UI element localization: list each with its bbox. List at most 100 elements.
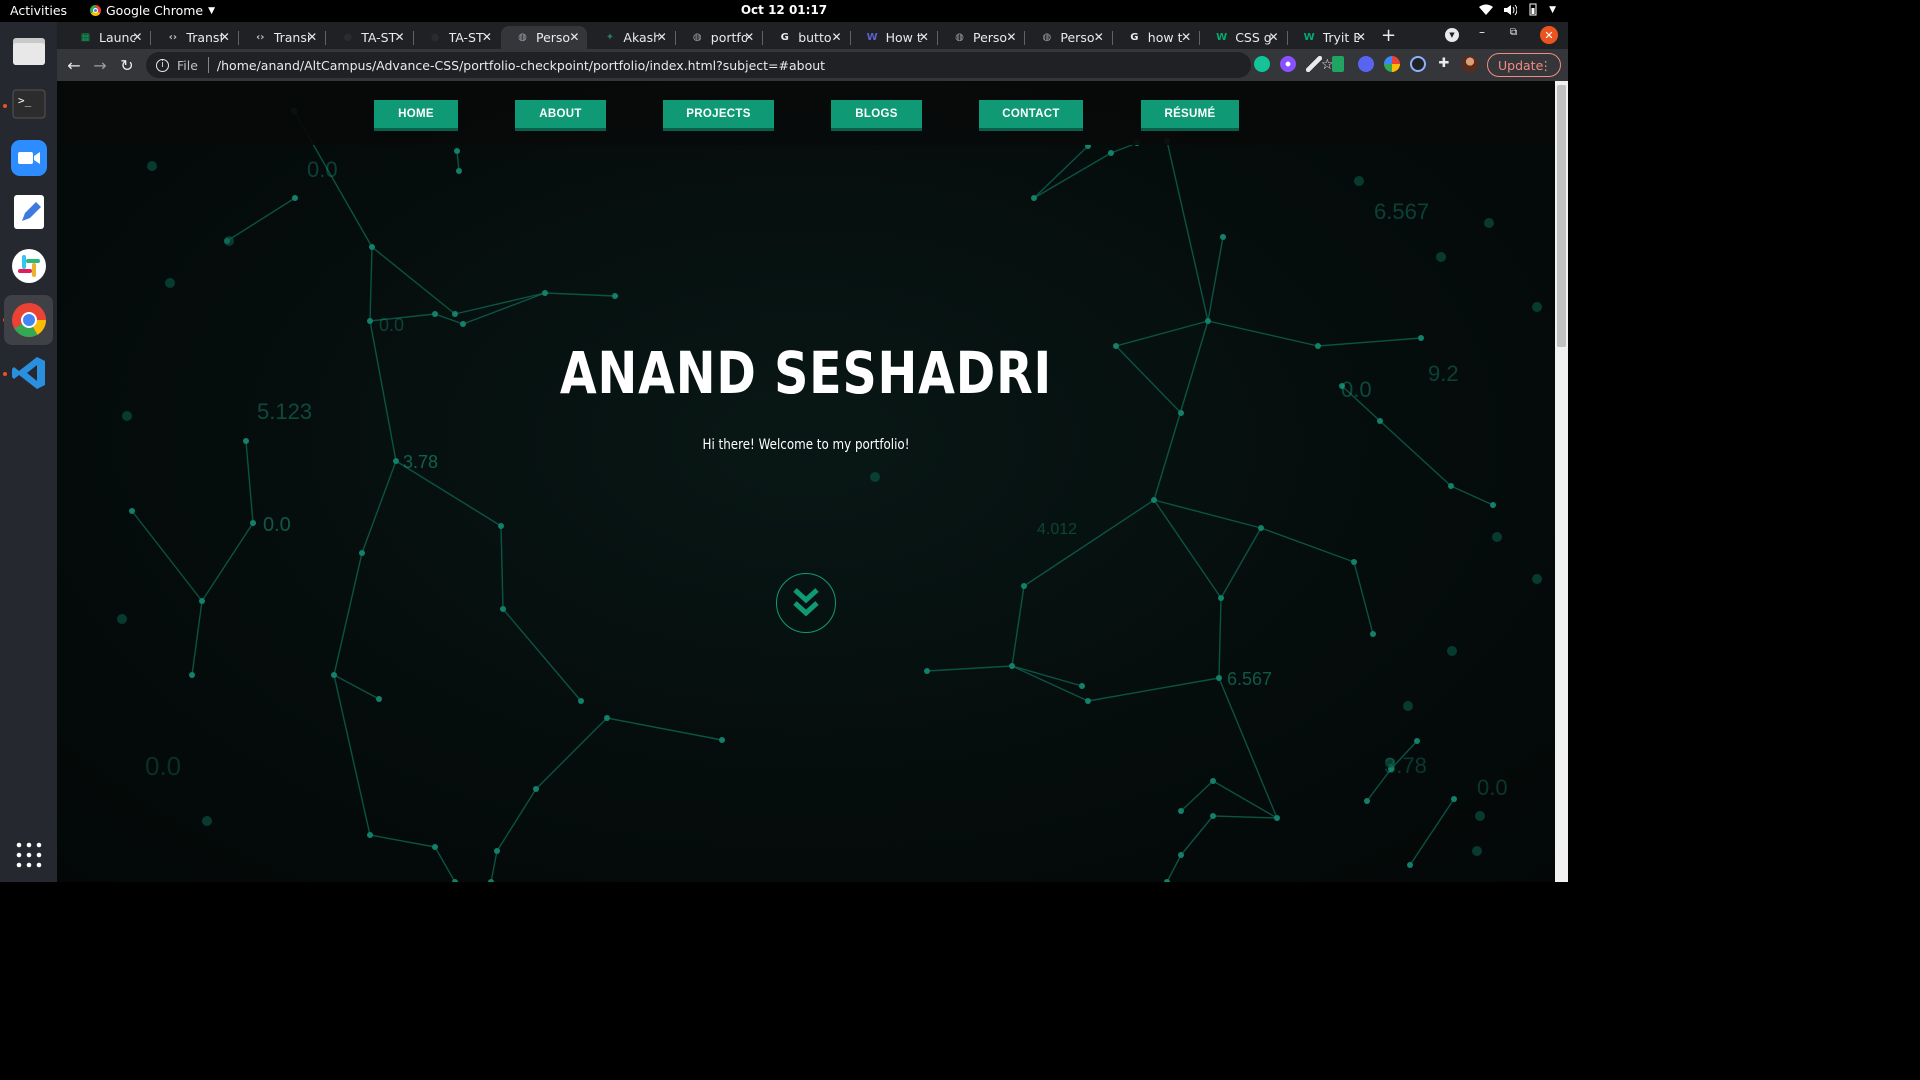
pen-extension-icon[interactable] xyxy=(1306,56,1322,72)
network-node xyxy=(359,550,365,556)
tab-11[interactable]: ◍ Perso ✕ xyxy=(938,26,1024,49)
nav-blogs[interactable]: BLOGS xyxy=(831,100,922,128)
minimize-button[interactable]: – xyxy=(1479,25,1485,39)
tab-7[interactable]: ✦ Akash ✕ xyxy=(588,26,674,49)
show-apps-button[interactable] xyxy=(8,834,49,875)
background-number: 9.2 xyxy=(1428,361,1459,386)
close-window-button[interactable]: ✕ xyxy=(1540,26,1558,44)
running-indicator xyxy=(3,372,7,376)
tab-3[interactable]: ‹› Transi ✕ xyxy=(239,26,325,49)
back-button[interactable]: ← xyxy=(64,55,84,75)
close-tab-icon[interactable]: ✕ xyxy=(395,30,405,44)
dock-zoom[interactable] xyxy=(8,137,49,178)
tab-4[interactable]: ● TA-ST ✕ xyxy=(326,26,412,49)
new-tab-button[interactable]: + xyxy=(1381,25,1396,46)
close-tab-icon[interactable]: ✕ xyxy=(132,30,142,44)
close-tab-icon[interactable]: ✕ xyxy=(1269,30,1279,44)
dock-slack[interactable] xyxy=(8,245,49,286)
network-line xyxy=(369,834,436,848)
info-icon[interactable]: i xyxy=(156,58,169,72)
dock-chrome[interactable] xyxy=(4,295,53,345)
background-number: 0.0 xyxy=(1477,775,1508,800)
network-node xyxy=(1216,675,1222,681)
close-tab-icon[interactable]: ✕ xyxy=(744,30,754,44)
network-line xyxy=(1180,815,1214,856)
network-node xyxy=(456,168,462,174)
tab-search-button[interactable]: ▼ xyxy=(1445,28,1459,42)
tab-12[interactable]: ◍ Perso ✕ xyxy=(1025,26,1111,49)
circle-extension-icon[interactable] xyxy=(1410,56,1426,72)
network-background: 0.06.5670.05.1233.780.00.09.24.0126.5670… xyxy=(117,108,1542,882)
update-button[interactable]: Update ⋮ xyxy=(1487,53,1561,77)
close-tab-icon[interactable]: ✕ xyxy=(220,30,230,44)
page-scrollbar[interactable] xyxy=(1555,81,1568,882)
dock-vscode[interactable] xyxy=(8,352,49,393)
tab-5[interactable]: ● TA-ST ✕ xyxy=(414,26,500,49)
wifi-icon xyxy=(1479,4,1494,15)
network-node xyxy=(1210,778,1216,784)
tab-title: How t xyxy=(885,30,922,45)
nav-contact[interactable]: CONTACT xyxy=(979,100,1083,128)
close-tab-icon[interactable]: ✕ xyxy=(307,30,317,44)
s-extension-icon[interactable] xyxy=(1358,56,1374,72)
tab-13[interactable]: Ghow t ✕ xyxy=(1113,26,1199,49)
color-picker-icon[interactable] xyxy=(1384,56,1400,72)
tab-6[interactable]: ◍ Perso ✕ xyxy=(501,26,588,49)
running-indicator xyxy=(3,104,7,108)
url-text[interactable]: /home/anand/AltCampus/Advance-CSS/portfo… xyxy=(217,58,825,73)
tab-10[interactable]: W How t ✕ xyxy=(851,26,937,49)
system-tray[interactable]: ▼ xyxy=(1479,3,1556,16)
network-node-faint xyxy=(1475,811,1485,821)
close-tab-icon[interactable]: ✕ xyxy=(1094,30,1104,44)
background-number: 4.012 xyxy=(1037,521,1077,538)
network-node xyxy=(250,520,256,526)
network-node xyxy=(494,848,500,854)
avatar[interactable] xyxy=(1462,56,1478,72)
tab-15[interactable]: W Tryit E ✕ xyxy=(1288,26,1374,49)
flag-icon[interactable] xyxy=(1332,56,1344,72)
nav-resume[interactable]: RÉSUMÉ xyxy=(1141,100,1239,128)
forward-button[interactable]: → xyxy=(90,55,110,75)
tab-9[interactable]: Gbutto ✕ xyxy=(763,26,849,49)
scrollbar-thumb[interactable] xyxy=(1557,85,1566,347)
tab-2[interactable]: ‹› Transf ✕ xyxy=(151,26,237,49)
network-node-faint xyxy=(1484,218,1494,228)
clock[interactable]: Oct 12 01:17 xyxy=(0,3,1568,17)
network-line xyxy=(1260,527,1355,563)
close-tab-icon[interactable]: ✕ xyxy=(1356,30,1366,44)
puzzle-icon[interactable]: ✚ xyxy=(1436,56,1452,72)
network-line xyxy=(1450,485,1494,506)
reload-button[interactable]: ↻ xyxy=(117,55,137,75)
network-node-faint xyxy=(1436,252,1446,262)
tab-1[interactable]: ▦ Launc ✕ xyxy=(64,26,150,49)
network-line xyxy=(544,292,616,297)
close-tab-icon[interactable]: ✕ xyxy=(657,30,667,44)
dock-text-editor[interactable] xyxy=(8,191,49,232)
network-node xyxy=(452,311,458,317)
maximize-button[interactable]: ⧉ xyxy=(1510,27,1517,38)
close-tab-icon[interactable]: ✕ xyxy=(1181,30,1191,44)
code-icon: ‹› xyxy=(256,32,265,43)
extension-star-icon[interactable] xyxy=(1280,56,1296,72)
dock-terminal[interactable]: >_ xyxy=(8,83,49,124)
address-bar[interactable]: i File /home/anand/AltCampus/Advance-CSS… xyxy=(146,52,1334,78)
network-line xyxy=(1011,665,1089,702)
tab-8[interactable]: ◍ portfo ✕ xyxy=(676,26,762,49)
network-node xyxy=(189,672,195,678)
close-tab-icon[interactable]: ✕ xyxy=(482,30,492,44)
tab-14[interactable]: W CSS gr✕ xyxy=(1200,26,1286,49)
scroll-down-button[interactable] xyxy=(776,573,836,633)
nav-home[interactable]: HOME xyxy=(374,100,458,128)
close-tab-icon[interactable]: ✕ xyxy=(919,30,929,44)
network-line xyxy=(535,717,608,790)
network-line xyxy=(456,150,460,172)
network-node xyxy=(1377,418,1383,424)
dock-files[interactable] xyxy=(8,30,49,71)
grammarly-icon[interactable] xyxy=(1254,56,1270,72)
network-line xyxy=(1023,499,1155,587)
close-tab-icon[interactable]: ✕ xyxy=(569,30,579,44)
close-tab-icon[interactable]: ✕ xyxy=(832,30,842,44)
nav-projects[interactable]: PROJECTS xyxy=(663,100,774,128)
close-tab-icon[interactable]: ✕ xyxy=(1006,30,1016,44)
nav-about[interactable]: ABOUT xyxy=(515,100,606,128)
